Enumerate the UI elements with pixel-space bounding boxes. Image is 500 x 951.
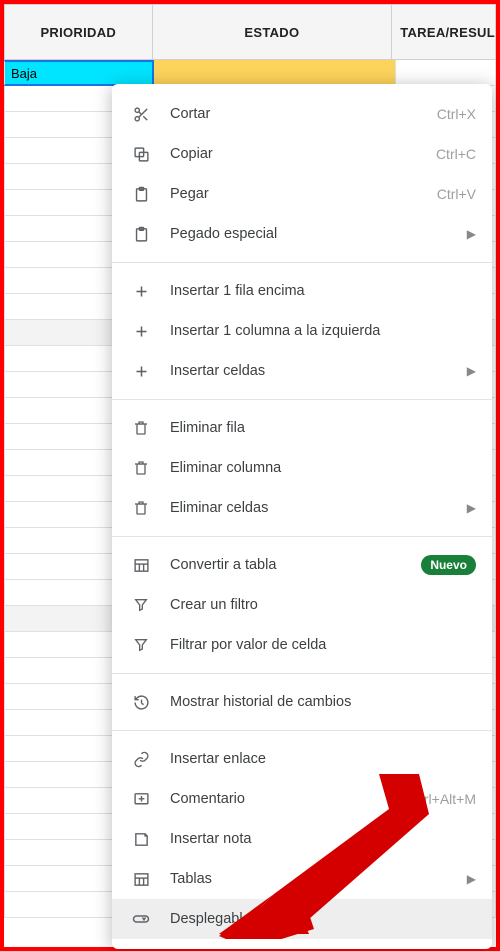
clipboard-icon	[128, 186, 154, 203]
menu-label: Insertar 1 fila encima	[170, 283, 476, 299]
menu-paste[interactable]: Pegar Ctrl+V	[112, 174, 492, 214]
menu-label: Eliminar celdas	[170, 500, 467, 516]
menu-dropdown[interactable]: Desplegable	[112, 899, 492, 939]
copy-icon	[128, 146, 154, 163]
menu-cut[interactable]: Cortar Ctrl+X	[112, 94, 492, 134]
new-badge: Nuevo	[421, 555, 476, 575]
menu-label: Insertar enlace	[170, 751, 476, 767]
menu-label: Copiar	[170, 146, 436, 162]
plus-icon	[128, 364, 154, 379]
shortcut: Ctrl+Alt+M	[410, 791, 476, 807]
menu-insert-col-left[interactable]: Insertar 1 columna a la izquierda	[112, 311, 492, 351]
menu-insert-link[interactable]: Insertar enlace	[112, 739, 492, 779]
menu-label: Insertar celdas	[170, 363, 467, 379]
menu-label: Comentario	[170, 791, 410, 807]
menu-label: Tablas	[170, 871, 467, 887]
filter-icon	[128, 637, 154, 653]
menu-label: Eliminar fila	[170, 420, 476, 436]
plus-icon	[128, 284, 154, 299]
table-icon	[128, 871, 154, 888]
separator	[112, 673, 492, 674]
history-icon	[128, 694, 154, 711]
menu-filter-by-value[interactable]: Filtrar por valor de celda	[112, 625, 492, 665]
menu-label: Crear un filtro	[170, 597, 476, 613]
submenu-arrow-icon: ▶	[467, 501, 476, 515]
shortcut: Ctrl+V	[437, 186, 476, 202]
shortcut: Ctrl+X	[437, 106, 476, 122]
menu-label: Desplegable	[170, 911, 476, 927]
trash-icon	[128, 420, 154, 436]
trash-icon	[128, 500, 154, 516]
selected-cell[interactable]: Baja	[4, 60, 154, 86]
context-menu: Cortar Ctrl+X Copiar Ctrl+C Pegar Ctrl+V…	[112, 84, 492, 949]
menu-label: Filtrar por valor de celda	[170, 637, 476, 653]
submenu-arrow-icon: ▶	[467, 227, 476, 241]
menu-create-filter[interactable]: Crear un filtro	[112, 585, 492, 625]
menu-label: Insertar nota	[170, 831, 476, 847]
menu-copy[interactable]: Copiar Ctrl+C	[112, 134, 492, 174]
cell[interactable]	[396, 60, 496, 86]
submenu-arrow-icon: ▶	[467, 872, 476, 886]
menu-paste-special[interactable]: Pegado especial ▶	[112, 214, 492, 254]
scissors-icon	[128, 106, 154, 123]
link-icon	[128, 751, 154, 768]
menu-tables[interactable]: Tablas ▶	[112, 859, 492, 899]
col-header-prioridad[interactable]: PRIORIDAD	[4, 4, 153, 60]
menu-insert-cells[interactable]: Insertar celdas ▶	[112, 351, 492, 391]
submenu-arrow-icon: ▶	[467, 364, 476, 378]
cell[interactable]	[154, 60, 396, 86]
menu-label: Eliminar columna	[170, 460, 476, 476]
menu-comment[interactable]: Comentario Ctrl+Alt+M	[112, 779, 492, 819]
menu-label: Cortar	[170, 106, 437, 122]
menu-delete-row[interactable]: Eliminar fila	[112, 408, 492, 448]
dropdown-icon	[128, 910, 154, 928]
trash-icon	[128, 460, 154, 476]
menu-insert-row-above[interactable]: Insertar 1 fila encima	[112, 271, 492, 311]
col-header-tarea[interactable]: TAREA/RESUL	[392, 4, 496, 60]
filter-icon	[128, 597, 154, 613]
note-icon	[128, 831, 154, 848]
separator	[112, 536, 492, 537]
menu-show-history[interactable]: Mostrar historial de cambios	[112, 682, 492, 722]
column-headers-row: PRIORIDAD ESTADO TAREA/RESUL	[4, 4, 496, 60]
menu-delete-cells[interactable]: Eliminar celdas ▶	[112, 488, 492, 528]
separator	[112, 399, 492, 400]
separator	[112, 730, 492, 731]
menu-label: Mostrar historial de cambios	[170, 694, 476, 710]
clipboard-icon	[128, 226, 154, 243]
menu-insert-note[interactable]: Insertar nota	[112, 819, 492, 859]
comment-icon	[128, 791, 154, 808]
plus-icon	[128, 324, 154, 339]
menu-delete-col[interactable]: Eliminar columna	[112, 448, 492, 488]
menu-label: Convertir a tabla	[170, 557, 421, 573]
shortcut: Ctrl+C	[436, 146, 476, 162]
table-icon	[128, 557, 154, 574]
menu-label: Insertar 1 columna a la izquierda	[170, 323, 476, 339]
separator	[112, 262, 492, 263]
menu-label: Pegado especial	[170, 226, 467, 242]
col-header-estado[interactable]: ESTADO	[153, 4, 393, 60]
menu-convert-to-table[interactable]: Convertir a tabla Nuevo	[112, 545, 492, 585]
menu-label: Pegar	[170, 186, 437, 202]
